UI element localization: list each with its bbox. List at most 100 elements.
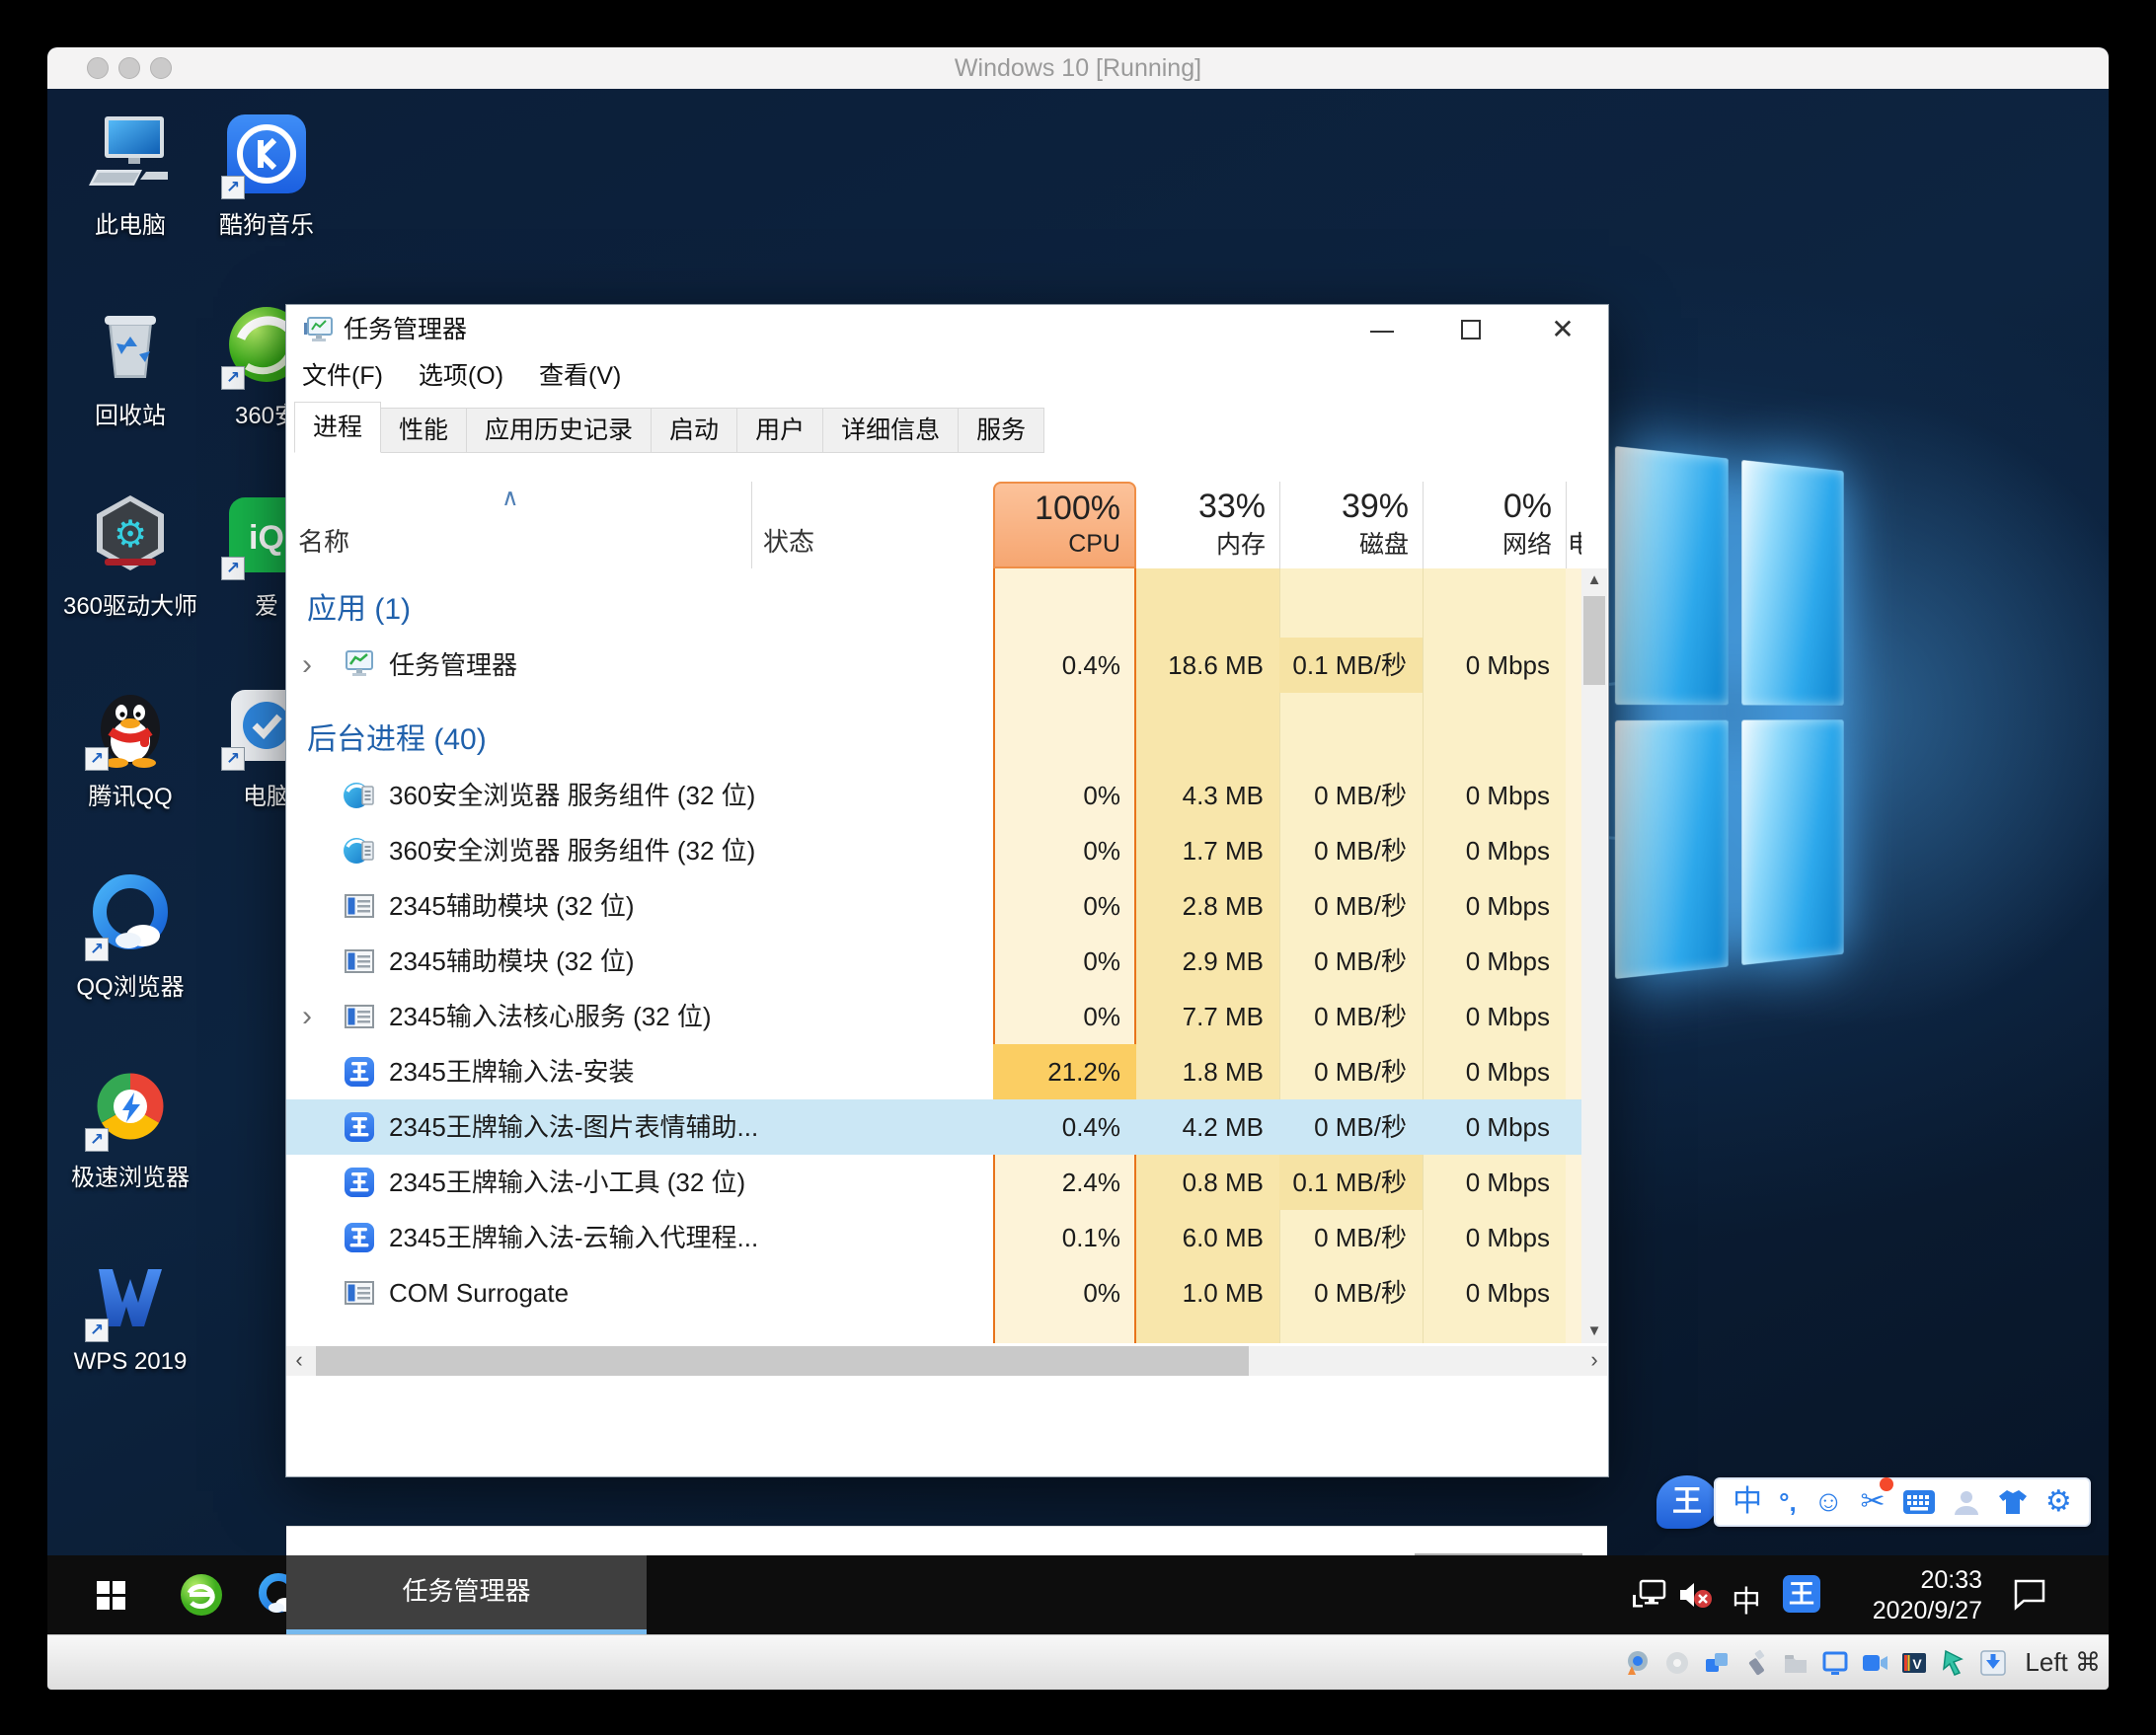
- ime-screenshot-icon[interactable]: ✂: [1861, 1479, 1886, 1525]
- process-name-cell[interactable]: 360安全浏览器 服务组件 (32 位): [286, 768, 751, 823]
- ime-logo[interactable]: 王: [1656, 1475, 1718, 1529]
- keyboard-status-icon[interactable]: V: [1900, 1649, 1928, 1677]
- process-row[interactable]: 2345辅助模块 (32 位)0%2.9 MB0 MB/秒0 Mbps: [286, 934, 1581, 989]
- process-row[interactable]: 360安全浏览器 服务组件 (32 位)0%4.3 MB0 MB/秒0 Mbps: [286, 768, 1581, 823]
- tab-性能[interactable]: 性能: [380, 408, 467, 453]
- expander-icon[interactable]: ›: [302, 638, 312, 693]
- display-status-icon[interactable]: [1821, 1649, 1849, 1677]
- process-name-cell[interactable]: 2345辅助模块 (32 位): [286, 934, 751, 989]
- process-name-cell[interactable]: 2345王牌输入法-安装: [286, 1044, 751, 1099]
- menu-item-2[interactable]: 查看(V): [539, 354, 621, 399]
- vm-titlebar[interactable]: Windows 10 [Running]: [47, 47, 2109, 90]
- desktop-icon-360-driver-master[interactable]: ⚙360驱动大师: [61, 490, 199, 621]
- optical-disc-icon[interactable]: [1663, 1649, 1691, 1677]
- column-cpu[interactable]: 100% CPU: [993, 482, 1136, 568]
- windows-logo-wallpaper: [1615, 446, 1844, 979]
- language-indicator[interactable]: 中: [1732, 1577, 1761, 1621]
- horizontal-scroll-thumb[interactable]: [316, 1346, 1249, 1376]
- ime-settings-icon[interactable]: ⚙: [2045, 1479, 2072, 1525]
- tm-minimize-button[interactable]: [1348, 305, 1417, 354]
- ime-user-icon[interactable]: [1953, 1488, 1980, 1516]
- network-status-icon[interactable]: [1703, 1649, 1731, 1677]
- horizontal-scrollbar[interactable]: ‹ ›: [286, 1346, 1607, 1376]
- process-row[interactable]: ›任务管理器0.4%18.6 MB0.1 MB/秒0 Mbps: [286, 638, 1581, 693]
- tab-进程[interactable]: 进程: [294, 402, 381, 453]
- task-manager-footer: ∧ 简略信息(D) 结束任务(E): [286, 1526, 1607, 1555]
- ime-skin-icon[interactable]: [1997, 1488, 2029, 1516]
- hdd-status-icon[interactable]: [1624, 1649, 1652, 1677]
- ime-lang-zh-icon[interactable]: 中: [1732, 1479, 1762, 1525]
- network-tray-icon[interactable]: [1631, 1579, 1666, 1616]
- process-row[interactable]: 2345王牌输入法-云输入代理程...0.1%6.0 MB0 MB/秒0 Mbp…: [286, 1210, 1581, 1265]
- desktop[interactable]: 此电脑↗酷狗音乐回收站↗360安⚙360驱动大师iQ↗爱↗腾讯QQ↗电脑↗QQ浏…: [47, 89, 2109, 1555]
- column-network[interactable]: 0% 网络: [1423, 482, 1566, 568]
- tab-启动[interactable]: 启动: [651, 408, 737, 453]
- column-status[interactable]: 状态: [763, 522, 814, 559]
- process-name: 360安全浏览器 服务组件 (32 位): [389, 823, 755, 878]
- tab-服务[interactable]: 服务: [958, 408, 1044, 453]
- mouse-integration-icon[interactable]: [1940, 1649, 1967, 1677]
- process-name-cell[interactable]: ›2345输入法核心服务 (32 位): [286, 989, 751, 1044]
- desktop-icon-speed-browser[interactable]: ↗极速浏览器: [61, 1061, 199, 1192]
- column-name[interactable]: 名称: [298, 522, 349, 559]
- process-row[interactable]: ›2345输入法核心服务 (32 位)0%7.7 MB0 MB/秒0 Mbps: [286, 989, 1581, 1044]
- menu-item-0[interactable]: 文件(F): [302, 354, 383, 399]
- menu-item-1[interactable]: 选项(O): [419, 354, 503, 399]
- task-manager-titlebar[interactable]: 任务管理器 ✕: [286, 305, 1608, 354]
- desktop-icon-this-pc[interactable]: 此电脑: [61, 109, 199, 240]
- ime-emoji-icon[interactable]: ☺: [1813, 1479, 1844, 1525]
- column-memory[interactable]: 33% 内存: [1136, 482, 1279, 568]
- process-row[interactable]: COM Surrogate0%1.0 MB0 MB/秒0 Mbps: [286, 1265, 1581, 1320]
- taskbar-active-task[interactable]: 任务管理器: [286, 1555, 647, 1634]
- desktop-icon-recycle-bin[interactable]: 回收站: [61, 299, 199, 430]
- desktop-icon-wps-2019[interactable]: ↗WPS 2019: [61, 1251, 199, 1376]
- tm-maximize-button[interactable]: [1436, 305, 1505, 354]
- process-row[interactable]: 360安全浏览器 服务组件 (32 位)0%1.7 MB0 MB/秒0 Mbps: [286, 823, 1581, 878]
- process-name-cell[interactable]: COM Surrogate: [286, 1265, 751, 1320]
- tab-详细信息[interactable]: 详细信息: [822, 408, 959, 453]
- process-name-cell[interactable]: 2345王牌输入法-图片表情辅助...: [286, 1099, 751, 1155]
- process-row[interactable]: 2345王牌输入法-图片表情辅助...0.4%4.2 MB0 MB/秒0 Mbp…: [286, 1099, 1581, 1155]
- desktop-icon-qq-browser[interactable]: ↗QQ浏览器: [61, 870, 199, 1002]
- action-center-icon[interactable]: [2012, 1577, 2047, 1616]
- ime-keyboard-icon[interactable]: [1902, 1489, 1936, 1515]
- volume-muted-tray-icon[interactable]: [1678, 1579, 1716, 1616]
- process-name-cell[interactable]: ›任务管理器: [286, 638, 751, 693]
- expander-icon[interactable]: ›: [302, 989, 312, 1044]
- column-disk[interactable]: 39% 磁盘: [1279, 482, 1423, 568]
- process-row[interactable]: 2345王牌输入法-安装21.2%1.8 MB0 MB/秒0 Mbps: [286, 1044, 1581, 1099]
- scroll-right-icon[interactable]: ›: [1581, 1346, 1607, 1376]
- process-name-cell[interactable]: 2345辅助模块 (32 位): [286, 878, 751, 934]
- process-row[interactable]: 2345辅助模块 (32 位)0%2.8 MB0 MB/秒0 Mbps: [286, 878, 1581, 934]
- wang-process-icon: [342, 1220, 377, 1255]
- taskbar-clock[interactable]: 20:33 2020/9/27: [1873, 1565, 1982, 1626]
- process-name-cell[interactable]: 2345王牌输入法-小工具 (32 位): [286, 1155, 751, 1210]
- process-name-cell[interactable]: 2345王牌输入法-云输入代理程...: [286, 1210, 751, 1265]
- host-key-icon[interactable]: [1979, 1649, 2007, 1677]
- tab-应用历史记录[interactable]: 应用历史记录: [466, 408, 652, 453]
- scroll-down-icon[interactable]: ▼: [1581, 1320, 1607, 1343]
- cpu-value: 0%: [993, 768, 1136, 823]
- tab-用户[interactable]: 用户: [736, 408, 823, 453]
- ime-toolbar: 王 中 °, ☺ ✂ ⚙: [1656, 1475, 2091, 1531]
- desktop-icon-tencent-qq[interactable]: ↗腾讯QQ: [61, 680, 199, 811]
- clock-time: 20:33: [1873, 1565, 1982, 1596]
- process-row[interactable]: 2345王牌输入法-小工具 (32 位)2.4%0.8 MB0.1 MB/秒0 …: [286, 1155, 1581, 1210]
- vertical-scrollbar[interactable]: ▲ ▼: [1581, 568, 1607, 1343]
- usb-status-icon[interactable]: [1742, 1649, 1770, 1677]
- tm-close-button[interactable]: ✕: [1528, 305, 1597, 354]
- network-value: 0 Mbps: [1423, 1044, 1566, 1099]
- start-button[interactable]: [97, 1581, 126, 1611]
- column-power-partial[interactable]: 电: [1568, 525, 1581, 561]
- shared-folder-icon[interactable]: [1782, 1649, 1810, 1677]
- video-capture-icon[interactable]: [1861, 1649, 1888, 1677]
- desktop-icon-kugou-music[interactable]: ↗酷狗音乐: [197, 109, 336, 240]
- process-name-cell[interactable]: 360安全浏览器 服务组件 (32 位): [286, 823, 751, 878]
- 360-browser-taskbar-icon[interactable]: [178, 1571, 225, 1619]
- scroll-up-icon[interactable]: ▲: [1581, 568, 1607, 592]
- notification-dot: [1880, 1477, 1893, 1491]
- ime-tray-icon[interactable]: 王: [1783, 1575, 1820, 1613]
- ime-punctuation-icon[interactable]: °,: [1779, 1479, 1797, 1525]
- scroll-left-icon[interactable]: ‹: [286, 1346, 312, 1376]
- vertical-scroll-thumb[interactable]: [1583, 596, 1605, 685]
